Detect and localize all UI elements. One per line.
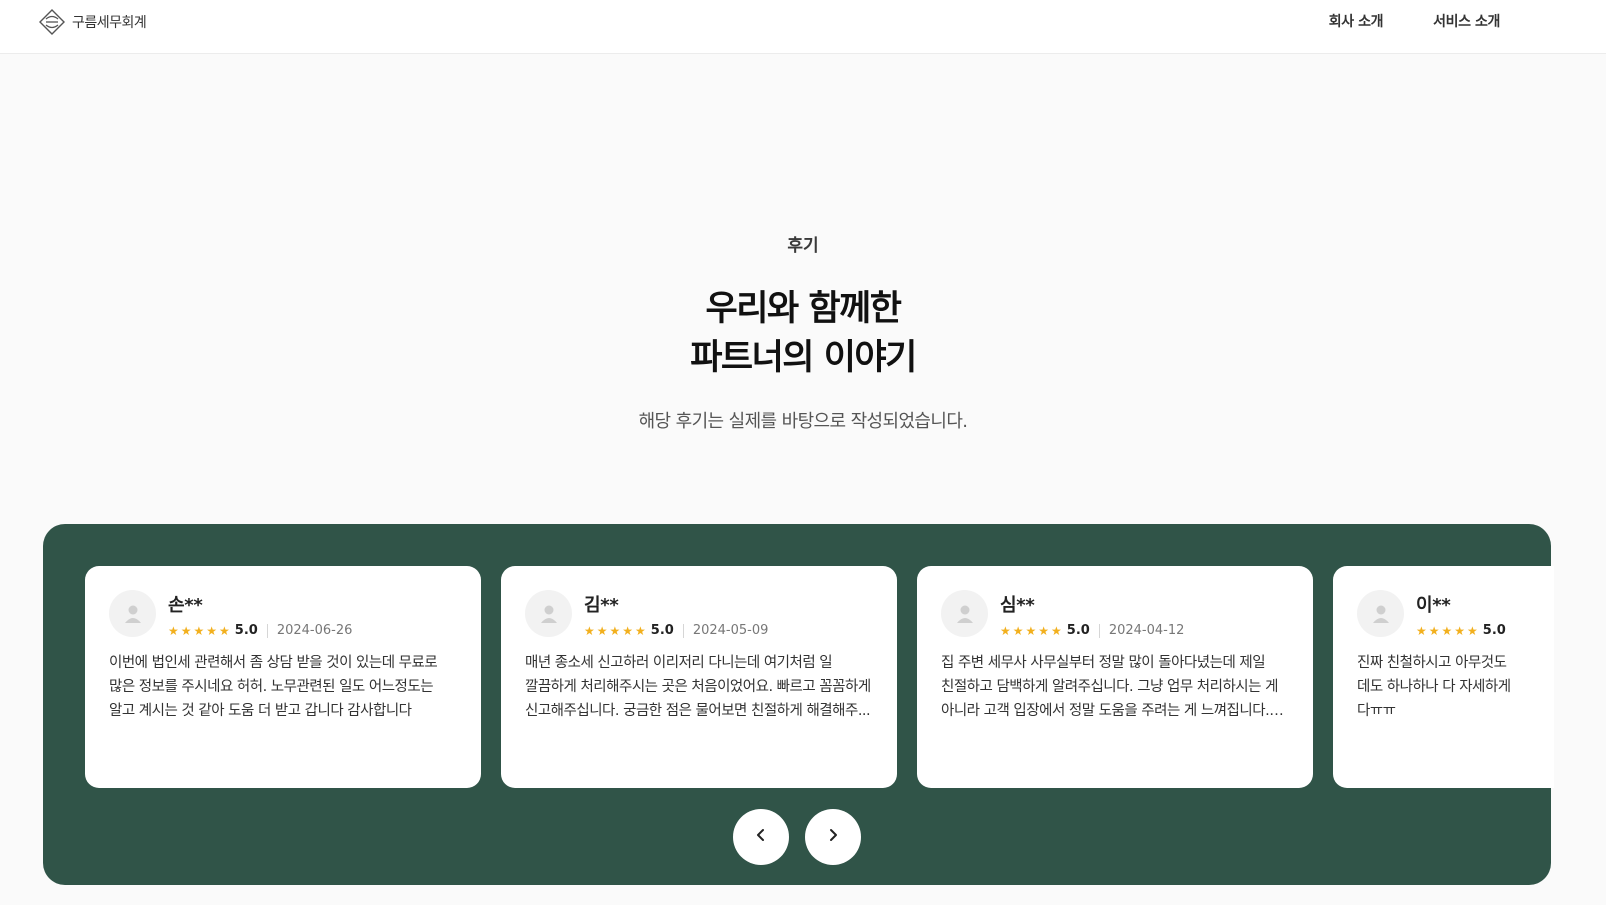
- star-rating-icon: ★★★★★: [1000, 623, 1064, 638]
- review-card[interactable]: 김** ★★★★★ 5.0 2024-05-09 매년 종소세 신고하러 이리저…: [501, 566, 897, 788]
- rating-score: 5.0: [234, 623, 258, 638]
- rating-score: 5.0: [1482, 623, 1506, 638]
- site-header: 구름세무회계 회사 소개 서비스 소개: [0, 0, 1606, 54]
- review-text: 매년 종소세 신고하러 이리저리 다니는데 여기처럼 일 깔끔하게 처리해주시는…: [525, 655, 871, 719]
- section-subtitle: 해당 후기는 실제를 바탕으로 작성되었습니다.: [638, 411, 968, 432]
- reviewer-name: 손**: [168, 595, 203, 616]
- logo-text: 구름세무회계: [72, 15, 147, 31]
- rating-score: 5.0: [650, 623, 674, 638]
- review-card[interactable]: 손** ★★★★★ 5.0 2024-06-26 이번에 법인세 관련해서 좀 …: [85, 566, 481, 788]
- title-line-1: 우리와 함께한: [705, 289, 902, 329]
- review-text: 진짜 친철하시고 아무것도 데도 하나하나 다 자세하게 다ㅠㅠ: [1357, 655, 1511, 719]
- divider: [1098, 623, 1100, 638]
- next-button[interactable]: [805, 809, 861, 865]
- carousel-track[interactable]: 손** ★★★★★ 5.0 2024-06-26 이번에 법인세 관련해서 좀 …: [85, 566, 1554, 788]
- review-carousel: 손** ★★★★★ 5.0 2024-06-26 이번에 법인세 관련해서 좀 …: [43, 524, 1554, 885]
- main-nav: 회사 소개 서비스 소개: [1329, 11, 1501, 31]
- star-rating-icon: ★★★★★: [1416, 623, 1480, 638]
- review-date: 2024-06-26: [276, 623, 353, 638]
- prev-button[interactable]: [733, 809, 789, 865]
- avatar-icon: [109, 590, 156, 637]
- divider: [682, 623, 684, 638]
- review-date: 2024-04-12: [1108, 623, 1185, 638]
- section-eyebrow: 후기: [787, 236, 819, 256]
- star-rating-icon: ★★★★★: [584, 623, 648, 638]
- avatar-icon: [1357, 590, 1404, 637]
- reviewer-name: 김**: [584, 595, 619, 616]
- star-rating-icon: ★★★★★: [168, 623, 232, 638]
- nav-item-services[interactable]: 서비스 소개: [1433, 11, 1500, 31]
- carousel-viewport: 손** ★★★★★ 5.0 2024-06-26 이번에 법인세 관련해서 좀 …: [85, 566, 1554, 788]
- section-title: 우리와 함께한 파트너의 이야기: [0, 285, 1606, 383]
- review-card[interactable]: 이** ★★★★★ 5.0 진짜 친철하시고 아무것도 데도 하나하나 다 자세…: [1333, 566, 1554, 788]
- review-date: 2024-05-09: [692, 623, 769, 638]
- reviewer-name: 심**: [1000, 595, 1035, 616]
- logo-icon: [38, 8, 66, 36]
- chevron-left-icon: [753, 827, 769, 847]
- title-line-2: 파트너의 이야기: [690, 338, 917, 378]
- review-card[interactable]: 심** ★★★★★ 5.0 2024-04-12 집 주변 세무사 사무실부터 …: [917, 566, 1313, 788]
- divider: [266, 623, 268, 638]
- nav-item-company[interactable]: 회사 소개: [1329, 11, 1384, 31]
- chevron-right-icon: [825, 827, 841, 847]
- logo[interactable]: 구름세무회계: [38, 8, 147, 36]
- avatar-icon: [941, 590, 988, 637]
- review-text: 집 주변 세무사 사무실부터 정말 많이 돌아다녔는데 제일 친절하고 담백하게…: [941, 655, 1278, 719]
- rating-score: 5.0: [1066, 623, 1090, 638]
- avatar-icon: [525, 590, 572, 637]
- reviewer-name: 이**: [1416, 595, 1451, 616]
- review-text: 이번에 법인세 관련해서 좀 상담 받을 것이 있는데 무료로 많은 정보를 주…: [109, 655, 438, 719]
